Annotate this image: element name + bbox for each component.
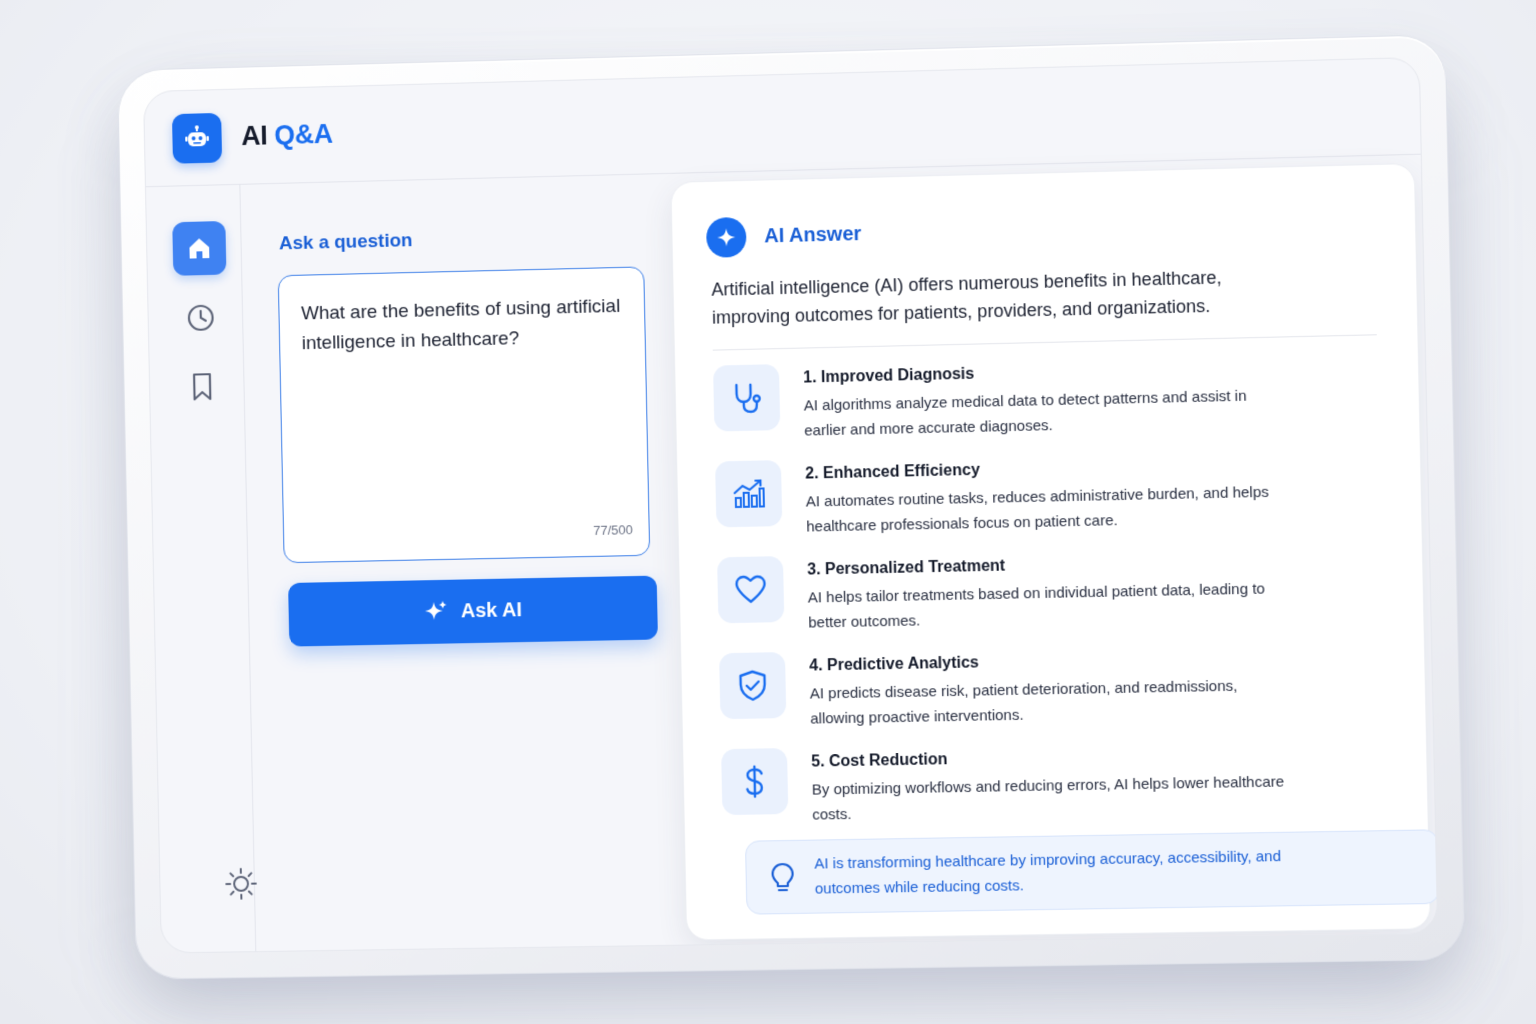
app-title-main: AI <box>240 120 268 152</box>
answer-card: AI Answer Artificial intelligence (AI) o… <box>670 162 1439 941</box>
question-text: What are the benefits of using artificia… <box>300 295 621 355</box>
list-item: 3. Personalized Treatment AI helps tailo… <box>717 544 1383 653</box>
app-title-accent: Q&A <box>274 118 334 151</box>
list-item: 4. Predictive Analytics AI predicts dise… <box>719 641 1385 750</box>
benefit-desc: AI algorithms analyze medical data to de… <box>803 387 1247 440</box>
benefit-title: 2. Enhanced Efficiency <box>805 461 981 483</box>
theme-toggle[interactable] <box>221 864 261 904</box>
benefit-desc: By optimizing workflows and reducing err… <box>811 773 1285 824</box>
sparkle-badge-icon <box>705 216 747 258</box>
benefit-title: 5. Cost Reduction <box>811 751 948 771</box>
shield-check-icon <box>719 652 787 720</box>
ask-ai-label: Ask AI <box>460 598 523 622</box>
list-item: 1. Improved Diagnosis AI algorithms anal… <box>713 350 1379 461</box>
sparkle-icon <box>425 600 447 621</box>
answer-intro: Artificial intelligence (AI) offers nume… <box>711 267 1222 328</box>
benefit-desc: AI automates routine tasks, reduces admi… <box>805 483 1269 536</box>
clock-icon <box>185 302 217 334</box>
benefit-title: 3. Personalized Treatment <box>807 557 1006 579</box>
answer-title: AI Answer <box>764 222 862 247</box>
chart-growth-icon <box>715 460 783 528</box>
char-counter: 77/500 <box>593 522 633 538</box>
stethoscope-icon <box>713 364 781 432</box>
benefit-desc: AI helps tailor treatments based on indi… <box>807 580 1266 632</box>
scene: AI Q&A Ask a question What are the benef… <box>0 0 1536 1024</box>
sidebar-item-history[interactable] <box>174 290 228 345</box>
robot-icon <box>171 112 223 164</box>
question-panel: Ask a question What are the benefits of … <box>240 174 672 951</box>
benefit-title: 4. Predictive Analytics <box>809 654 980 675</box>
benefit-list: 1. Improved Diagnosis AI algorithms anal… <box>713 350 1387 845</box>
heart-icon <box>717 556 785 624</box>
home-icon <box>189 238 210 259</box>
list-item: 2. Enhanced Efficiency AI automates rout… <box>715 447 1381 557</box>
ask-ai-button[interactable]: Ask AI <box>288 575 658 647</box>
list-item: 5. Cost Reduction By optimizing workflow… <box>721 737 1387 845</box>
sidebar <box>145 184 257 953</box>
sidebar-item-saved[interactable] <box>175 360 229 415</box>
benefit-desc: AI predicts disease risk, patient deteri… <box>809 677 1238 728</box>
question-textarea[interactable]: What are the benefits of using artificia… <box>277 266 651 564</box>
sidebar-item-home[interactable] <box>172 220 227 276</box>
summary-tip: AI is transforming healthcare by improvi… <box>744 829 1439 915</box>
app-screen: AI Q&A Ask a question What are the benef… <box>142 56 1439 954</box>
summary-tip-text: AI is transforming healthcare by improvi… <box>814 847 1282 898</box>
sun-icon <box>224 867 258 901</box>
tablet-device: AI Q&A Ask a question What are the benef… <box>116 33 1466 980</box>
question-label: Ask a question <box>278 230 413 255</box>
dollar-icon <box>721 748 789 816</box>
divider <box>712 334 1377 351</box>
lightbulb-icon <box>771 863 794 892</box>
answer-header: AI Answer <box>705 214 862 258</box>
bookmark-icon <box>188 371 216 403</box>
app-title: AI Q&A <box>241 119 333 152</box>
benefit-title: 1. Improved Diagnosis <box>803 365 975 387</box>
